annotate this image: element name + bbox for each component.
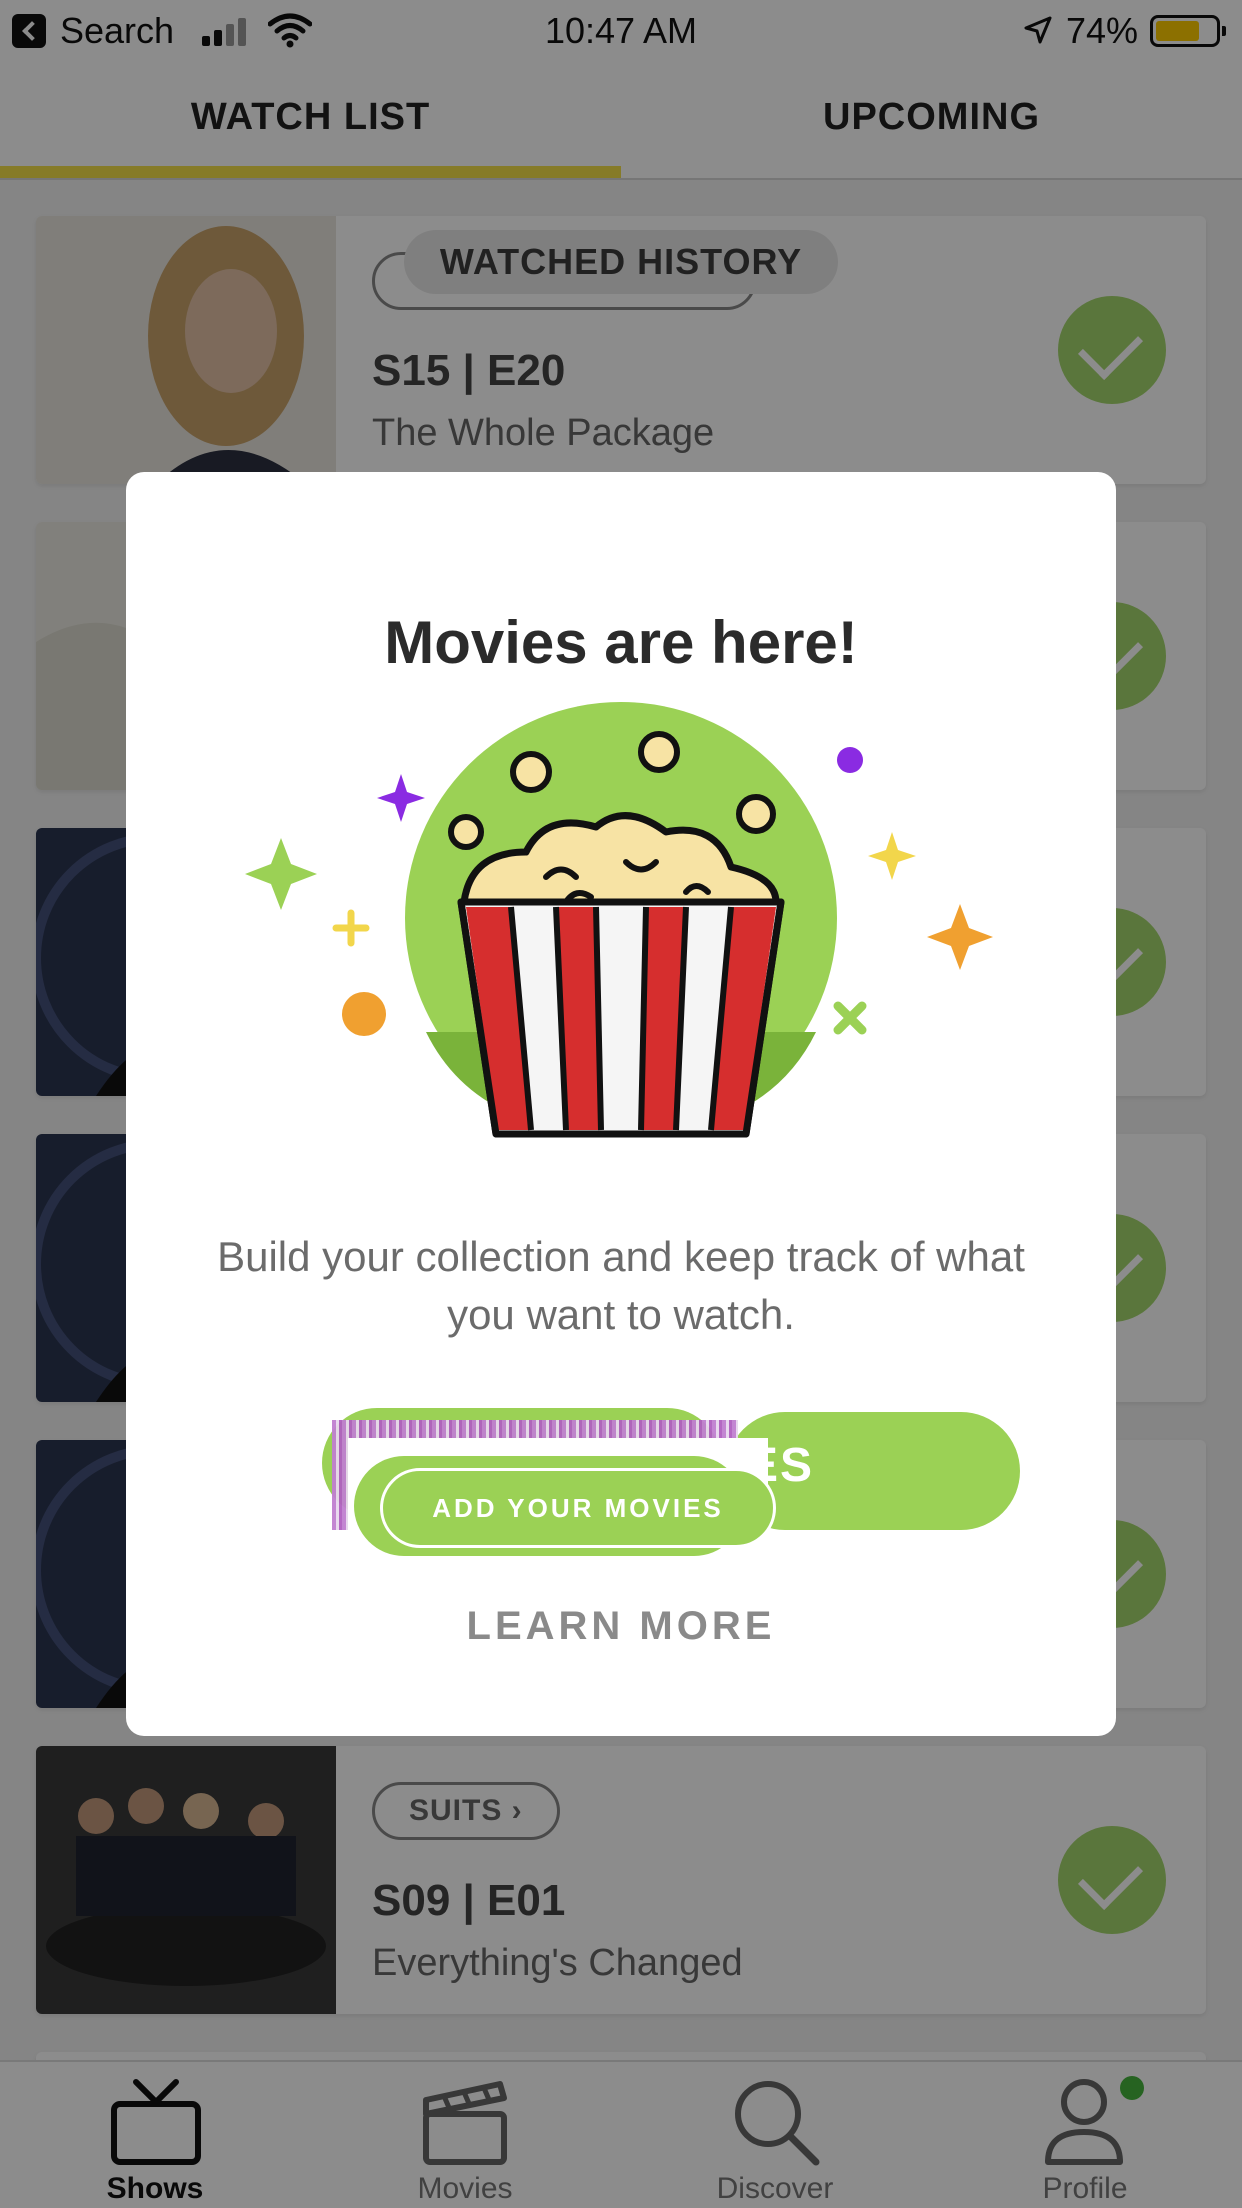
x-sparkle-icon — [833, 1001, 867, 1035]
sparkle-icon — [927, 904, 993, 970]
sparkle-icon — [868, 832, 916, 880]
add-your-movies-button[interactable]: ADD YOUR MOVIES — [380, 1468, 776, 1548]
sparkle-icon — [377, 774, 425, 822]
learn-more-link[interactable]: LEARN MORE — [126, 1604, 1116, 1649]
modal-description: Build your collection and keep track of … — [217, 1233, 1025, 1338]
dot-icon — [837, 747, 863, 773]
modal-title: Movies are here! — [384, 609, 858, 676]
popcorn-illustration — [245, 702, 993, 1138]
dot-icon — [342, 992, 386, 1036]
movies-announcement-modal: Movies are here! Build your collection a… — [126, 472, 1116, 1736]
plus-sparkle-icon — [332, 909, 370, 947]
sparkle-icon — [245, 838, 317, 910]
